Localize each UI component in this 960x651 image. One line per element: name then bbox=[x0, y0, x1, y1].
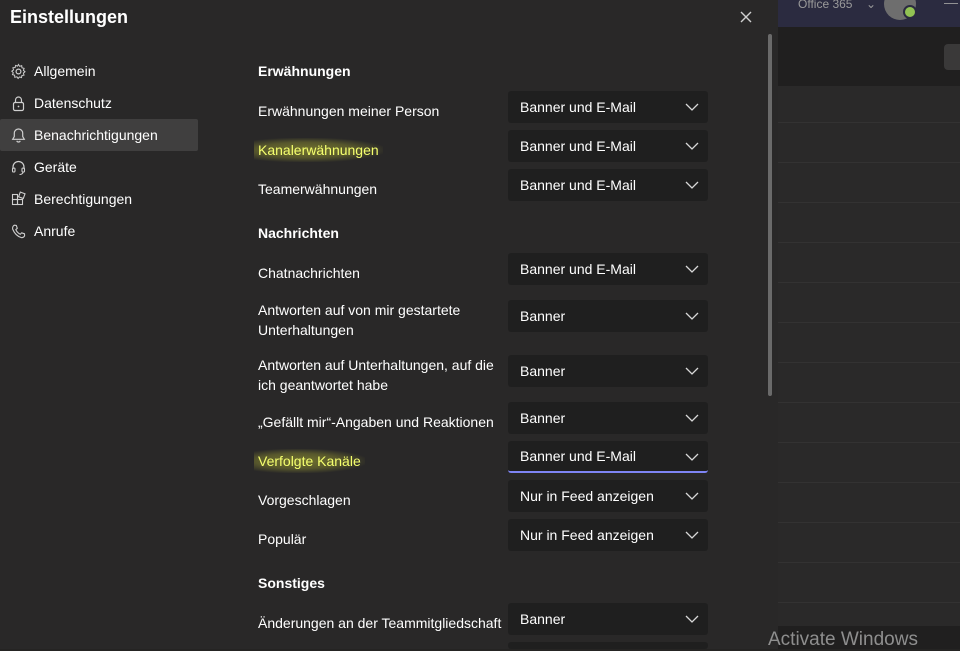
presence-available-icon bbox=[903, 5, 917, 19]
nav-item-berechtigungen[interactable]: Berechtigungen bbox=[0, 183, 198, 215]
setting-dropdown[interactable]: Nur in Feed anzeigen bbox=[508, 480, 708, 512]
office-365-label: Office 365 bbox=[798, 0, 853, 11]
nav-label: Allgemein bbox=[34, 63, 96, 79]
nav-item-allgemein[interactable]: Allgemein bbox=[0, 55, 198, 87]
nav-item-anrufe[interactable]: Anrufe bbox=[0, 215, 198, 247]
setting-label: Vorgeschlagen bbox=[258, 492, 351, 508]
setting-label: Chatnachrichten bbox=[258, 265, 360, 281]
nav-label: Geräte bbox=[34, 159, 77, 175]
apps-icon bbox=[10, 190, 27, 208]
chevron-down-icon bbox=[685, 142, 699, 150]
background-app-window: Office 365 ⌄ — bbox=[778, 0, 960, 649]
settings-dialog: Einstellungen Allgemein Datenschutz Bena… bbox=[0, 0, 778, 649]
scrollbar-thumb[interactable] bbox=[768, 34, 772, 396]
setting-dropdown[interactable]: Banner bbox=[508, 300, 708, 332]
chevron-down-icon bbox=[685, 615, 699, 623]
chevron-down-icon bbox=[685, 531, 699, 539]
dialog-title: Einstellungen bbox=[10, 7, 129, 27]
nav-item-geraete[interactable]: Geräte bbox=[0, 151, 198, 183]
setting-dropdown[interactable]: Banner und E-Mail bbox=[508, 91, 708, 123]
setting-dropdown[interactable]: Banner und E-Mail bbox=[508, 253, 708, 285]
background-button bbox=[944, 44, 960, 70]
gear-icon bbox=[10, 63, 27, 80]
chevron-down-icon bbox=[685, 492, 699, 500]
section-heading-other: Sonstiges bbox=[258, 575, 325, 591]
nav-item-datenschutz[interactable]: Datenschutz bbox=[0, 87, 198, 119]
nav-label: Anrufe bbox=[34, 223, 76, 239]
setting-dropdown[interactable]: Banner und E-Mail bbox=[508, 169, 708, 201]
setting-dropdown[interactable]: Nur in Feed anzeigen bbox=[508, 519, 708, 551]
setting-label: Änderungen an der Teammitgliedschaft bbox=[258, 615, 502, 631]
setting-dropdown-partial[interactable] bbox=[508, 642, 708, 649]
chevron-down-icon bbox=[685, 453, 699, 461]
scrollbar[interactable] bbox=[766, 34, 774, 649]
chevron-down-icon bbox=[685, 265, 699, 273]
nav-label: Datenschutz bbox=[34, 95, 112, 111]
lock-icon bbox=[10, 95, 27, 112]
setting-label: Antworten auf Unterhaltungen, auf die ic… bbox=[258, 357, 494, 393]
background-content-panel bbox=[778, 86, 960, 626]
nav-label: Berechtigungen bbox=[34, 191, 133, 207]
setting-dropdown[interactable]: Banner und E-Mail bbox=[508, 130, 708, 162]
avatar[interactable] bbox=[884, 0, 917, 20]
setting-dropdown[interactable]: Banner bbox=[508, 355, 708, 387]
setting-label-highlighted: Kanalerwähnungen bbox=[254, 138, 503, 162]
nav-label: Benachrichtigungen bbox=[34, 127, 158, 143]
close-icon[interactable] bbox=[736, 7, 756, 27]
setting-label-highlighted: Verfolgte Kanäle bbox=[254, 449, 503, 473]
setting-dropdown[interactable]: Banner bbox=[508, 603, 708, 635]
setting-label: Teamerwähnungen bbox=[258, 181, 378, 197]
activate-windows-watermark: Activate Windows bbox=[768, 629, 918, 650]
chevron-down-icon bbox=[685, 103, 699, 111]
chevron-down-icon bbox=[685, 414, 699, 422]
background-title-bar: Office 365 ⌄ — bbox=[778, 0, 960, 27]
phone-icon bbox=[10, 223, 27, 240]
setting-label: Antworten auf von mir gestartete Unterha… bbox=[258, 302, 461, 338]
nav-item-benachrichtigungen[interactable]: Benachrichtigungen bbox=[0, 119, 198, 151]
chevron-down-icon bbox=[685, 312, 699, 320]
bell-icon bbox=[10, 127, 27, 144]
chevron-down-icon bbox=[685, 367, 699, 375]
chevron-down-icon: ⌄ bbox=[866, 0, 877, 11]
minimize-icon[interactable]: — bbox=[944, 0, 958, 10]
setting-dropdown[interactable]: Banner bbox=[508, 402, 708, 434]
setting-label: „Gefällt mir“-Angaben und Reaktionen bbox=[258, 414, 494, 430]
setting-dropdown-focused[interactable]: Banner und E-Mail bbox=[508, 441, 708, 473]
headset-icon bbox=[10, 159, 27, 176]
chevron-down-icon bbox=[685, 181, 699, 189]
section-heading-messages: Nachrichten bbox=[258, 225, 339, 241]
setting-label: Erwähnungen meiner Person bbox=[258, 103, 440, 119]
section-heading-mentions: Erwähnungen bbox=[258, 63, 351, 79]
setting-label: Populär bbox=[258, 531, 307, 547]
settings-nav: Allgemein Datenschutz Benachrichtigungen… bbox=[0, 55, 198, 247]
